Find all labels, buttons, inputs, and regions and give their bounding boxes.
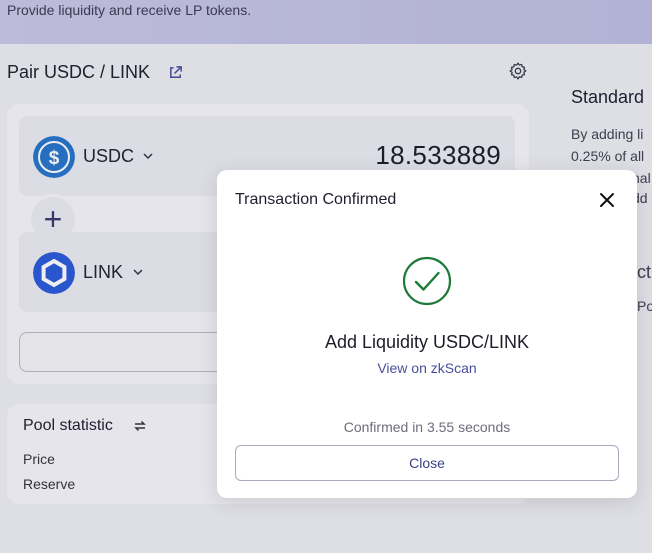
confirmation-time: Confirmed in 3.55 seconds [343, 419, 511, 435]
close-button[interactable]: Close [235, 445, 619, 481]
modal-title: Transaction Confirmed [235, 191, 397, 208]
transaction-confirmed-modal: Transaction Confirmed Add Liquidity USDC… [217, 170, 637, 498]
success-check-icon [402, 256, 452, 306]
modal-heading: Add Liquidity USDC/LINK [324, 332, 530, 352]
close-icon[interactable] [597, 190, 617, 210]
view-on-zkscan-link[interactable]: View on zkScan [217, 360, 637, 376]
